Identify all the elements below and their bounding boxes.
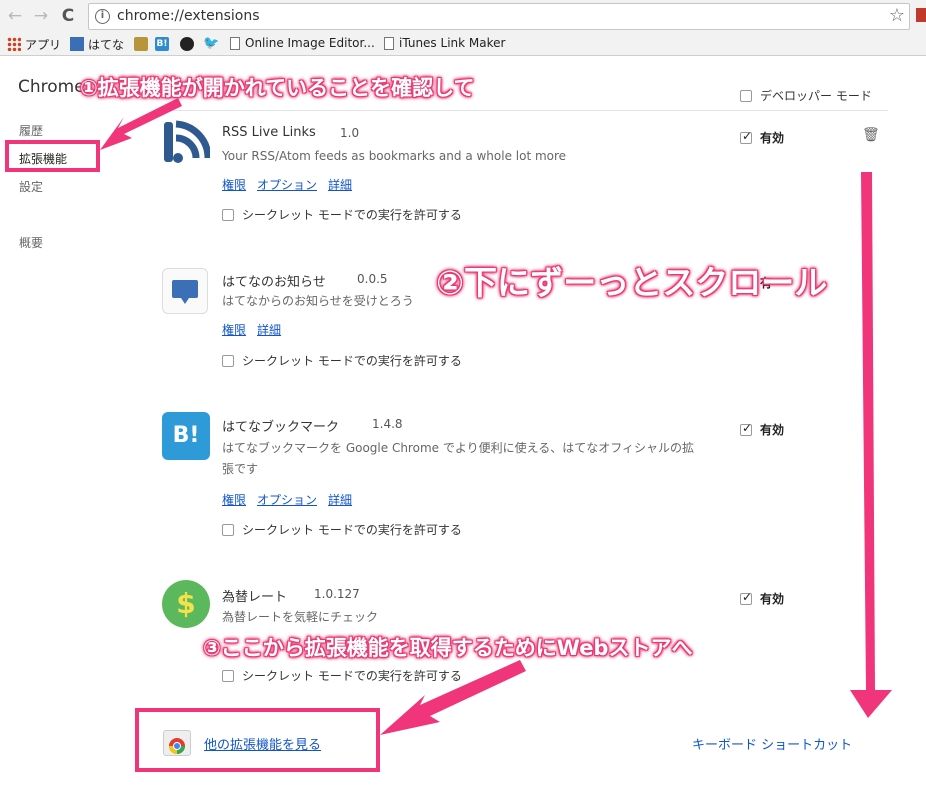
annotation-arrows <box>100 98 892 735</box>
annotation-step1: ①拡張機能が開かれていることを確認して <box>80 76 475 100</box>
arrow-step2 <box>850 172 892 718</box>
arrow-step3 <box>380 660 526 735</box>
annotation-step2: ②下にずーっとスクロール <box>436 263 828 302</box>
arrow-step1 <box>100 98 182 150</box>
annotation-step3: ③ここから拡張機能を取得するためにWebストアへ <box>203 636 693 660</box>
